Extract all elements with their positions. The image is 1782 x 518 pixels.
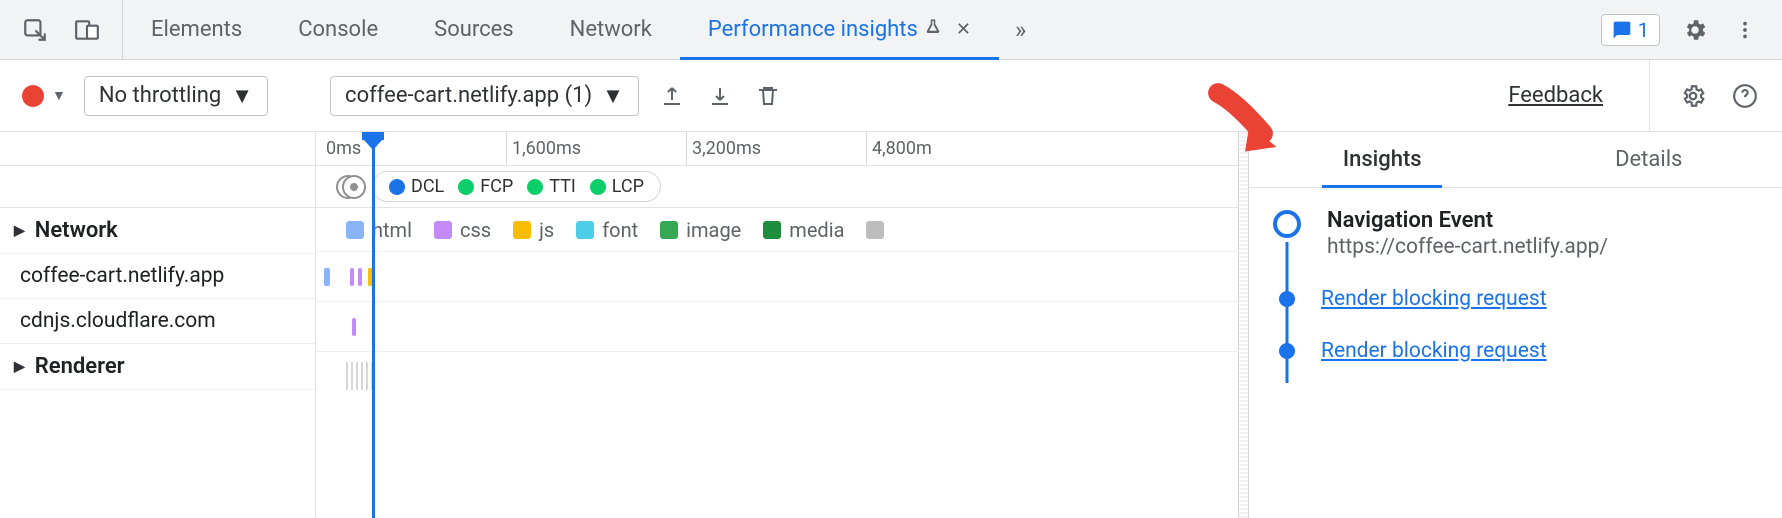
tab-label: Performance insights — [708, 17, 918, 42]
tab-label: Sources — [434, 17, 514, 42]
tick-label: 0ms — [326, 138, 361, 159]
device-toolbar-icon[interactable] — [72, 15, 102, 45]
panel-tabs: Elements Console Sources Network Perform… — [123, 0, 999, 59]
insight-link[interactable]: Render blocking request — [1321, 339, 1547, 363]
insights-sidebar: Insights Details Navigation Event https:… — [1248, 132, 1782, 518]
marker-label: LCP — [612, 176, 644, 197]
legend-label: media — [789, 218, 844, 242]
tab-label: Network — [570, 17, 652, 42]
toolbar-right-icons — [1649, 60, 1760, 131]
tick-label: 1,600ms — [512, 138, 581, 159]
gear-outline-icon[interactable] — [1678, 81, 1708, 111]
time-ruler[interactable]: 0ms 1,600ms 3,200ms 4,800m — [316, 132, 1248, 166]
main-split: ▶ Network coffee-cart.netlify.app cdnjs.c… — [0, 132, 1782, 518]
renderer-track[interactable] — [316, 352, 1248, 402]
inspect-element-icon[interactable] — [20, 15, 50, 45]
insights-tabs: Insights Details — [1249, 132, 1782, 188]
event-url: https://coffee-cart.netlify.app/ — [1327, 235, 1608, 259]
tab-label: Elements — [151, 17, 242, 42]
timeline-canvas[interactable]: 0ms 1,600ms 3,200ms 4,800m DCL FCP TTI — [316, 132, 1248, 518]
section-renderer[interactable]: ▶ Renderer — [0, 344, 315, 390]
marker-origin-icon — [342, 175, 366, 199]
chevron-down-icon: ▼ — [52, 87, 66, 104]
legend-label: font — [602, 218, 638, 242]
timeline-sidebar: ▶ Network coffee-cart.netlify.app cdnjs.c… — [0, 132, 316, 518]
feedback-link[interactable]: Feedback — [1508, 83, 1603, 108]
tab-network[interactable]: Network — [542, 0, 680, 59]
section-label: Renderer — [35, 354, 125, 379]
tab-label: Details — [1615, 147, 1682, 172]
tabbar-right-tools: 1 — [1579, 14, 1782, 46]
inspect-tools — [0, 0, 123, 59]
section-label: Network — [35, 218, 118, 243]
close-icon[interactable]: ✕ — [956, 19, 971, 40]
resize-handle[interactable] — [1238, 132, 1248, 518]
insight-item[interactable]: Render blocking request — [1273, 339, 1758, 363]
network-track[interactable] — [316, 302, 1248, 352]
marker-label: DCL — [411, 176, 444, 197]
recording-value: coffee-cart.netlify.app (1) — [345, 83, 592, 108]
network-track[interactable] — [316, 252, 1248, 302]
tab-insights[interactable]: Insights — [1249, 132, 1516, 187]
tick-label: 4,800m — [872, 138, 932, 159]
tab-label: Insights — [1343, 147, 1422, 172]
navigation-event: Navigation Event https://coffee-cart.net… — [1273, 208, 1758, 259]
recording-select[interactable]: coffee-cart.netlify.app (1) ▼ — [330, 76, 639, 116]
event-circle-icon — [1273, 210, 1301, 238]
throttling-value: No throttling — [99, 83, 221, 108]
section-network[interactable]: ▶ Network — [0, 208, 315, 254]
tab-label: Console — [298, 17, 378, 42]
chevron-down-icon: ▼ — [602, 83, 624, 109]
legend-label: image — [686, 218, 741, 242]
devtools-tabbar: Elements Console Sources Network Perform… — [0, 0, 1782, 60]
marker-row: DCL FCP TTI LCP — [316, 166, 1248, 208]
tab-sources[interactable]: Sources — [406, 0, 542, 59]
host-row[interactable]: coffee-cart.netlify.app — [0, 254, 315, 299]
kebab-menu-icon[interactable] — [1730, 15, 1760, 45]
tick-label: 3,200ms — [692, 138, 761, 159]
tab-performance-insights[interactable]: Performance insights ✕ — [680, 0, 999, 59]
event-title: Navigation Event — [1327, 208, 1608, 233]
playhead[interactable] — [372, 132, 375, 518]
delete-icon[interactable] — [753, 81, 783, 111]
triangle-right-icon: ▶ — [14, 359, 25, 375]
marker-label: FCP — [480, 176, 513, 197]
help-icon[interactable] — [1730, 81, 1760, 111]
record-dot-icon — [22, 85, 44, 107]
export-icon[interactable] — [657, 81, 687, 111]
host-label: coffee-cart.netlify.app — [20, 264, 224, 288]
tab-console[interactable]: Console — [270, 0, 406, 59]
tab-details[interactable]: Details — [1516, 132, 1782, 187]
record-button[interactable]: ▼ — [22, 85, 66, 107]
insight-link[interactable]: Render blocking request — [1321, 287, 1547, 311]
issues-count: 1 — [1638, 18, 1649, 42]
marker-label: TTI — [549, 176, 576, 197]
metrics-pill[interactable]: DCL FCP TTI LCP — [372, 171, 661, 202]
tab-elements[interactable]: Elements — [123, 0, 270, 59]
triangle-right-icon: ▶ — [14, 223, 25, 239]
legend-label: css — [460, 218, 491, 242]
settings-gear-icon[interactable] — [1680, 15, 1710, 45]
timeline-sections: ▶ Network coffee-cart.netlify.app cdnjs.c… — [0, 132, 1248, 518]
flask-icon — [924, 17, 942, 42]
chevron-down-icon: ▼ — [231, 83, 253, 109]
import-icon[interactable] — [705, 81, 735, 111]
legend-label: js — [539, 218, 554, 242]
insight-item[interactable]: Render blocking request — [1273, 287, 1758, 311]
host-label: cdnjs.cloudflare.com — [20, 309, 216, 333]
host-row[interactable]: cdnjs.cloudflare.com — [0, 299, 315, 344]
throttling-select[interactable]: No throttling ▼ — [84, 76, 268, 116]
issues-badge[interactable]: 1 — [1601, 14, 1660, 46]
resource-legend: html css js font image media — [316, 208, 1248, 252]
insights-body: Navigation Event https://coffee-cart.net… — [1249, 188, 1782, 383]
legend-label: html — [372, 218, 412, 242]
insights-toolbar: ▼ No throttling ▼ coffee-cart.netlify.ap… — [0, 60, 1782, 132]
timeline-pane: ▶ Network coffee-cart.netlify.app cdnjs.c… — [0, 132, 1248, 518]
more-tabs-chevron-icon[interactable]: » — [999, 16, 1042, 44]
